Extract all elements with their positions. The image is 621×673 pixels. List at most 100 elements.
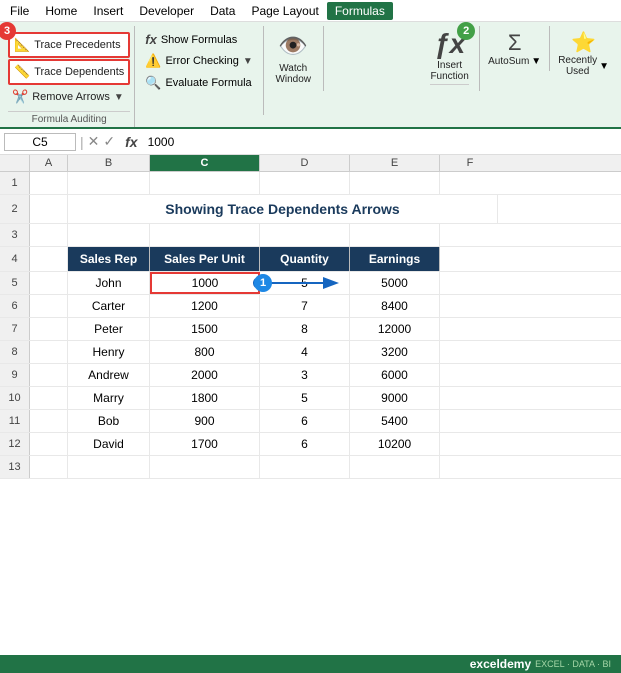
menu-pagelayout[interactable]: Page Layout [243,2,326,20]
evaluate-formula-btn[interactable]: 🔍 Evaluate Formula [141,73,256,93]
cell-e12[interactable]: 10200 [350,433,440,455]
cell-a3[interactable] [30,224,68,246]
cell-e7[interactable]: 12000 [350,318,440,340]
cell-a4[interactable] [30,247,68,271]
cell-f10[interactable] [440,387,500,409]
cell-f9[interactable] [440,364,500,386]
cell-a5[interactable] [30,272,68,294]
cell-b4-header[interactable]: Sales Rep [68,247,150,271]
cell-a13[interactable] [30,456,68,478]
trace-precedents-btn[interactable]: 📐 Trace Precedents [8,32,130,58]
cell-d7[interactable]: 8 [260,318,350,340]
cell-b6[interactable]: Carter [68,295,150,317]
cell-f2[interactable] [498,195,558,223]
cell-c7[interactable]: 1500 [150,318,260,340]
cell-b10[interactable]: Marry [68,387,150,409]
confirm-icon[interactable]: ✓ [103,133,115,150]
cell-a9[interactable] [30,364,68,386]
cell-e9[interactable]: 6000 [350,364,440,386]
remove-arrows-btn[interactable]: ✂️ Remove Arrows ▼ [8,86,130,108]
cell-f12[interactable] [440,433,500,455]
remove-arrows-dropdown[interactable]: ▼ [114,92,124,103]
cell-c4-header[interactable]: Sales Per Unit [150,247,260,271]
autosum-label[interactable]: AutoSum [488,56,529,67]
cell-e6[interactable]: 8400 [350,295,440,317]
cell-d13[interactable] [260,456,350,478]
col-header-e[interactable]: E [350,155,440,171]
col-header-f[interactable]: F [440,155,500,171]
cell-c12[interactable]: 1700 [150,433,260,455]
col-header-c[interactable]: C [150,155,260,171]
cell-d12[interactable]: 6 [260,433,350,455]
cell-b8[interactable]: Henry [68,341,150,363]
cell-e1[interactable] [350,172,440,194]
cell-e3[interactable] [350,224,440,246]
trace-dependents-btn[interactable]: 📏 Trace Dependents [8,59,130,85]
menu-insert[interactable]: Insert [85,2,131,20]
cell-a11[interactable] [30,410,68,432]
cell-d4-header[interactable]: Quantity [260,247,350,271]
col-header-d[interactable]: D [260,155,350,171]
cell-d10[interactable]: 5 [260,387,350,409]
recently-used-label[interactable]: RecentlyUsed [558,55,597,77]
cell-c1[interactable] [150,172,260,194]
cell-a2[interactable] [30,195,68,223]
cell-a6[interactable] [30,295,68,317]
menu-data[interactable]: Data [202,2,243,20]
cell-b5[interactable]: John [68,272,150,294]
cell-d8[interactable]: 4 [260,341,350,363]
cell-f13[interactable] [440,456,500,478]
cell-a10[interactable] [30,387,68,409]
cell-a8[interactable] [30,341,68,363]
recently-used-dropdown[interactable]: ▼ [599,61,609,72]
cell-e11[interactable]: 5400 [350,410,440,432]
cell-b12[interactable]: David [68,433,150,455]
menu-home[interactable]: Home [37,2,85,20]
cell-c8[interactable]: 800 [150,341,260,363]
col-header-a[interactable]: A [30,155,68,171]
error-checking-btn[interactable]: ⚠️ Error Checking ▼ [141,51,256,71]
menu-formulas[interactable]: Formulas [327,2,393,20]
show-formulas-btn[interactable]: fx Show Formulas [141,30,256,49]
cell-d6[interactable]: 7 [260,295,350,317]
cell-f4[interactable] [440,247,500,271]
cell-f7[interactable] [440,318,500,340]
cell-b13[interactable] [68,456,150,478]
cell-d11[interactable]: 6 [260,410,350,432]
cell-d1[interactable] [260,172,350,194]
watch-window-label[interactable]: WatchWindow [275,63,311,85]
cell-b1[interactable] [68,172,150,194]
cell-c9[interactable]: 2000 [150,364,260,386]
cell-e13[interactable] [350,456,440,478]
cell-a7[interactable] [30,318,68,340]
cell-f8[interactable] [440,341,500,363]
cell-b9[interactable]: Andrew [68,364,150,386]
cell-a1[interactable] [30,172,68,194]
cancel-icon[interactable]: ✕ [88,133,100,150]
insert-function-label[interactable]: InsertFunction [430,60,468,82]
cell-b3[interactable] [68,224,150,246]
cell-c6[interactable]: 1200 [150,295,260,317]
cell-e10[interactable]: 9000 [350,387,440,409]
autosum-dropdown[interactable]: ▼ [531,56,541,67]
cell-f1[interactable] [440,172,500,194]
cell-f5[interactable] [440,272,500,294]
name-box[interactable]: C5 [4,133,76,151]
col-header-b[interactable]: B [68,155,150,171]
cell-a12[interactable] [30,433,68,455]
cell-b7[interactable]: Peter [68,318,150,340]
cell-f11[interactable] [440,410,500,432]
cell-c3[interactable] [150,224,260,246]
cell-c13[interactable] [150,456,260,478]
menu-developer[interactable]: Developer [131,2,202,20]
cell-e4-header[interactable]: Earnings [350,247,440,271]
cell-e5[interactable]: 5000 [350,272,440,294]
cell-f6[interactable] [440,295,500,317]
cell-c10[interactable]: 1800 [150,387,260,409]
cell-f3[interactable] [440,224,500,246]
cell-d3[interactable] [260,224,350,246]
cell-d9[interactable]: 3 [260,364,350,386]
cell-b11[interactable]: Bob [68,410,150,432]
menu-file[interactable]: File [2,2,37,20]
cell-e8[interactable]: 3200 [350,341,440,363]
